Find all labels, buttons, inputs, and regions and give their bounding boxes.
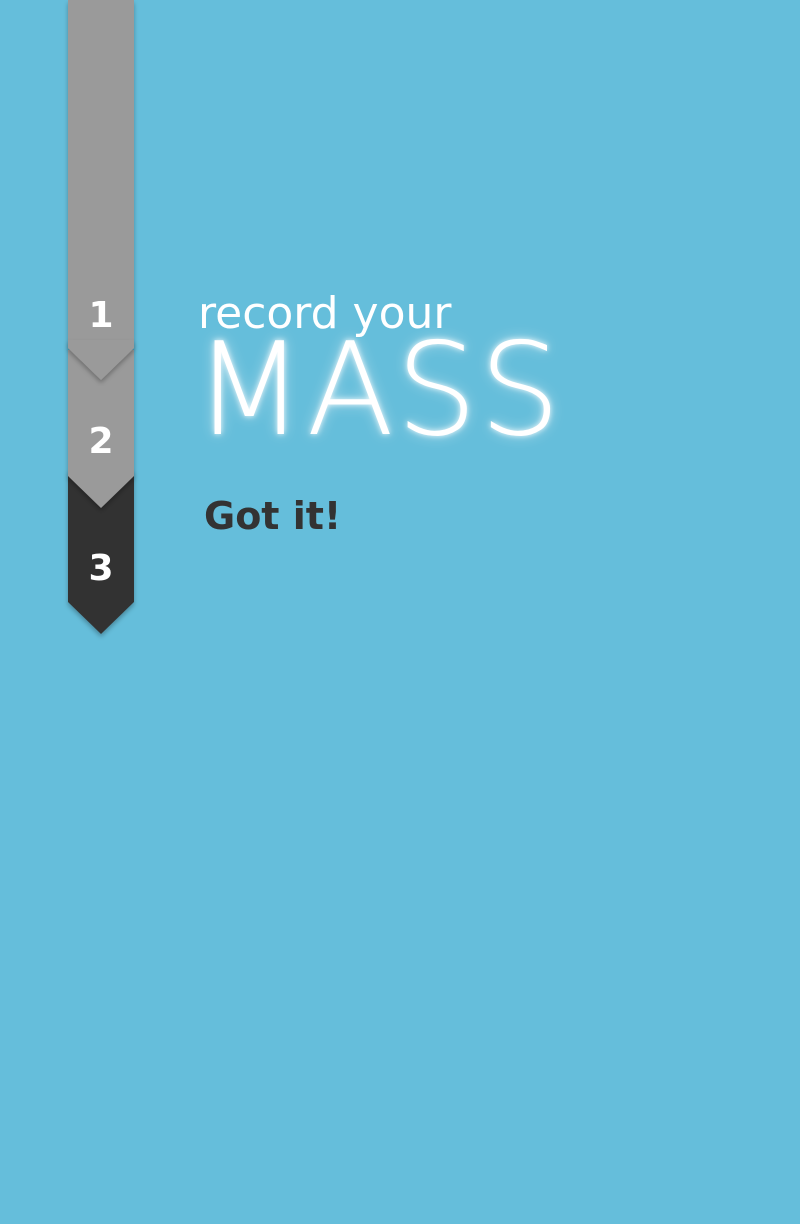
got-it-button[interactable]: Got it! — [204, 490, 341, 542]
progress-ribbon: 1 2 3 — [68, 0, 134, 640]
step-3-number: 3 — [88, 548, 114, 589]
step-1-number: 1 — [88, 295, 114, 336]
headline-title: MASS — [194, 316, 563, 465]
step-2-number: 2 — [88, 421, 114, 462]
